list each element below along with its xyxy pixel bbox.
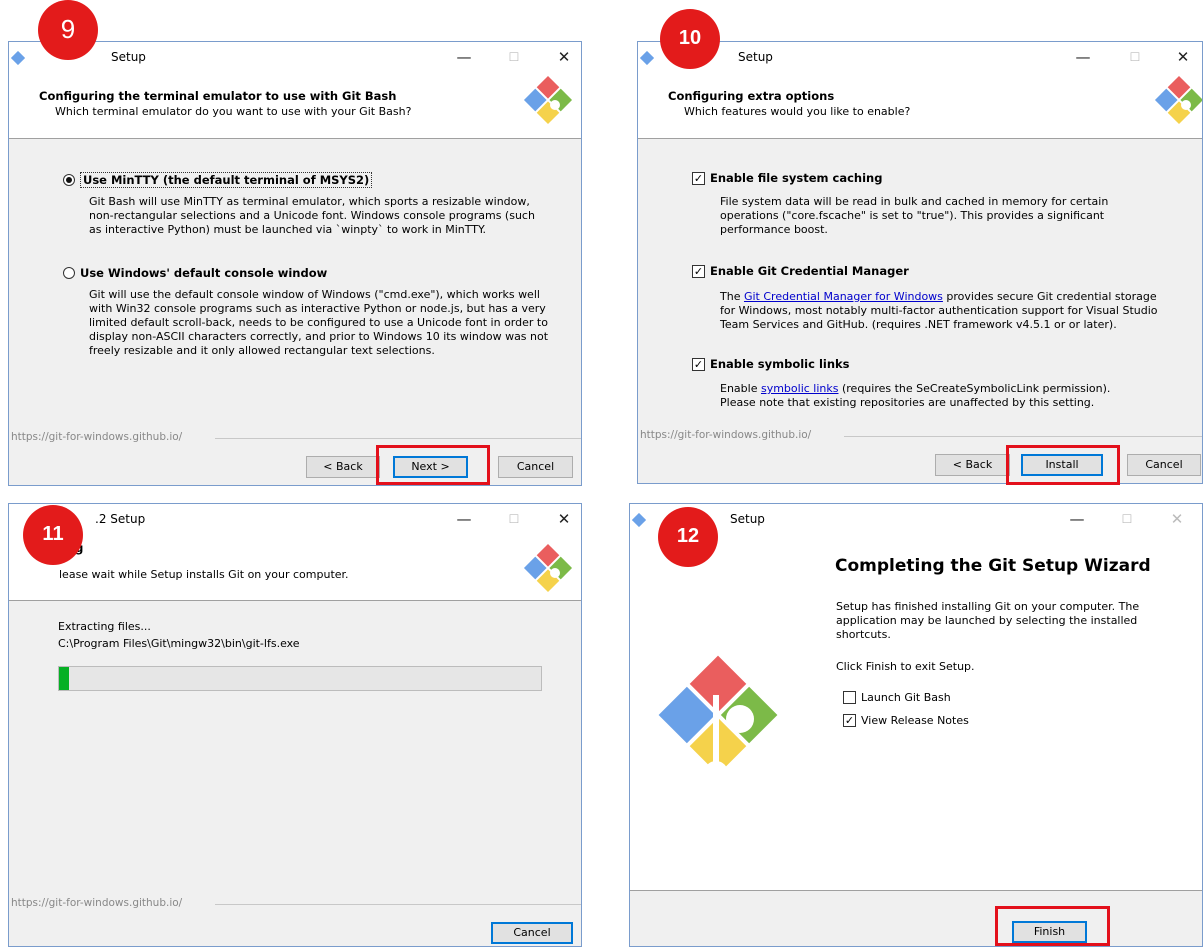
git-app-icon — [11, 51, 25, 65]
step9-header-title: Configuring the terminal emulator to use… — [39, 89, 397, 103]
step11-titlebar: .2 Setup — ☐ ✕ — [9, 504, 581, 535]
step10-header: Configuring extra options Which features… — [638, 73, 1202, 139]
step9-highlight — [376, 445, 490, 485]
credential-manager-checkbox[interactable]: ✓ — [692, 264, 705, 278]
step10-badge: 10 — [660, 9, 720, 69]
minimize-button[interactable]: — — [1062, 506, 1092, 532]
install-progress-fill — [59, 667, 69, 690]
step10-window: Setup — ☐ ✕ Configuring extra options Wh… — [637, 41, 1203, 484]
step9-divider — [215, 438, 581, 439]
git-logo-icon — [1154, 75, 1202, 125]
finish-hint: Click Finish to exit Setup. — [836, 660, 975, 673]
step12-left-panel — [630, 535, 1202, 890]
minimize-button[interactable]: — — [449, 506, 479, 532]
maximize-button[interactable]: ☐ — [1112, 506, 1142, 532]
windows-console-label: Use Windows' default console window — [80, 266, 328, 280]
symbolic-links-option[interactable]: ✓ Enable symbolic links — [692, 357, 850, 371]
step10-header-title: Configuring extra options — [668, 89, 835, 103]
step10-header-subtitle: Which features would you like to enable? — [684, 105, 911, 118]
git-logo-icon — [523, 75, 573, 125]
step10-divider — [844, 436, 1202, 437]
windows-console-radio[interactable] — [63, 267, 75, 279]
file-caching-checkbox[interactable]: ✓ — [692, 171, 705, 185]
step9-header: Configuring the terminal emulator to use… — [9, 73, 581, 139]
step10-highlight — [1006, 445, 1120, 485]
minimize-button[interactable]: — — [1068, 44, 1098, 70]
minTTY-label: Use MinTTY (the default terminal of MSYS… — [80, 172, 373, 188]
step12-badge: 12 — [658, 507, 718, 567]
step12-divider — [630, 890, 1202, 891]
step9-header-subtitle: Which terminal emulator do you want to u… — [55, 105, 412, 118]
completion-description: Setup has finished installing Git on you… — [836, 600, 1140, 641]
credential-manager-description: The Git Credential Manager for Windows p… — [720, 290, 1172, 332]
step11-divider — [215, 904, 581, 905]
minimize-button[interactable]: — — [449, 44, 479, 70]
symbolic-links-checkbox[interactable]: ✓ — [692, 357, 705, 371]
credential-manager-option[interactable]: ✓ Enable Git Credential Manager — [692, 264, 909, 278]
cancel-button[interactable]: Cancel — [491, 922, 573, 944]
maximize-button[interactable]: ☐ — [1120, 44, 1150, 70]
step12-window: Setup — ☐ ✕ Completing the Git Setup Wiz… — [629, 503, 1203, 947]
step10-titlebar: Setup — ☐ ✕ — [638, 42, 1202, 73]
minTTY-description: Git Bash will use MinTTY as terminal emu… — [89, 195, 535, 236]
file-caching-option[interactable]: ✓ Enable file system caching — [692, 171, 882, 185]
view-release-notes-label: View Release Notes — [861, 714, 969, 727]
credential-manager-link[interactable]: Git Credential Manager for Windows — [744, 290, 943, 303]
credential-manager-desc-pre: The — [720, 290, 744, 303]
cancel-button[interactable]: Cancel — [1127, 454, 1201, 476]
step11-header: ng lease wait while Setup installs Git o… — [9, 535, 581, 601]
step12-title: Setup — [730, 512, 765, 526]
git-app-icon — [632, 513, 646, 527]
git-app-icon — [640, 51, 654, 65]
step9-titlebar: Setup — ☐ ✕ — [9, 42, 581, 73]
step11-badge: 11 — [23, 505, 83, 565]
view-release-notes-option[interactable]: ✓ View Release Notes — [843, 714, 969, 727]
git-logo-large-icon — [658, 655, 778, 785]
symbolic-links-desc-pre: Enable — [720, 382, 761, 395]
step9-badge: 9 — [38, 0, 98, 60]
step9-title: Setup — [111, 50, 146, 64]
step9-window: Setup — ☐ ✕ Configuring the terminal emu… — [8, 41, 582, 486]
maximize-button[interactable]: ☐ — [499, 44, 529, 70]
step10-title: Setup — [738, 50, 773, 64]
back-button[interactable]: < Back — [935, 454, 1010, 476]
close-button[interactable]: ✕ — [1162, 506, 1192, 532]
file-caching-label: Enable file system caching — [710, 171, 883, 185]
windows-console-description: Git will use the default console window … — [89, 288, 549, 357]
step11-header-subtitle: lease wait while Setup installs Git on y… — [59, 568, 349, 581]
launch-git-bash-label: Launch Git Bash — [861, 691, 951, 704]
symbolic-links-description: Enable symbolic links (requires the SeCr… — [720, 382, 1120, 410]
completion-heading: Completing the Git Setup Wizard — [835, 556, 1151, 576]
minTTY-radio[interactable] — [63, 174, 75, 186]
back-button[interactable]: < Back — [306, 456, 380, 478]
step9-url: https://git-for-windows.github.io/ — [11, 431, 183, 443]
minTTY-option[interactable]: Use MinTTY (the default terminal of MSYS… — [63, 172, 373, 188]
file-caching-description: File system data will be read in bulk an… — [720, 195, 1109, 236]
credential-manager-label: Enable Git Credential Manager — [710, 264, 909, 278]
windows-console-option[interactable]: Use Windows' default console window — [63, 266, 327, 280]
maximize-button[interactable]: ☐ — [499, 506, 529, 532]
close-button[interactable]: ✕ — [549, 44, 579, 70]
close-button[interactable]: ✕ — [1168, 44, 1198, 70]
symbolic-links-label: Enable symbolic links — [710, 357, 850, 371]
symbolic-links-link[interactable]: symbolic links — [761, 382, 839, 395]
step11-url: https://git-for-windows.github.io/ — [11, 897, 183, 909]
step11-window: .2 Setup — ☐ ✕ ng lease wait while Setup… — [8, 503, 582, 947]
install-path: C:\Program Files\Git\mingw32\bin\git-lfs… — [58, 637, 300, 650]
step12-highlight — [995, 906, 1110, 946]
install-status: Extracting files... — [58, 620, 151, 633]
cancel-button[interactable]: Cancel — [498, 456, 573, 478]
git-logo-icon — [523, 543, 573, 593]
launch-git-bash-option[interactable]: Launch Git Bash — [843, 691, 951, 704]
step11-title: .2 Setup — [95, 512, 146, 526]
view-release-notes-checkbox[interactable]: ✓ — [843, 714, 856, 727]
install-progress-bar — [58, 666, 542, 691]
step10-url: https://git-for-windows.github.io/ — [640, 429, 812, 441]
close-button[interactable]: ✕ — [549, 506, 579, 532]
launch-git-bash-checkbox[interactable] — [843, 691, 856, 704]
